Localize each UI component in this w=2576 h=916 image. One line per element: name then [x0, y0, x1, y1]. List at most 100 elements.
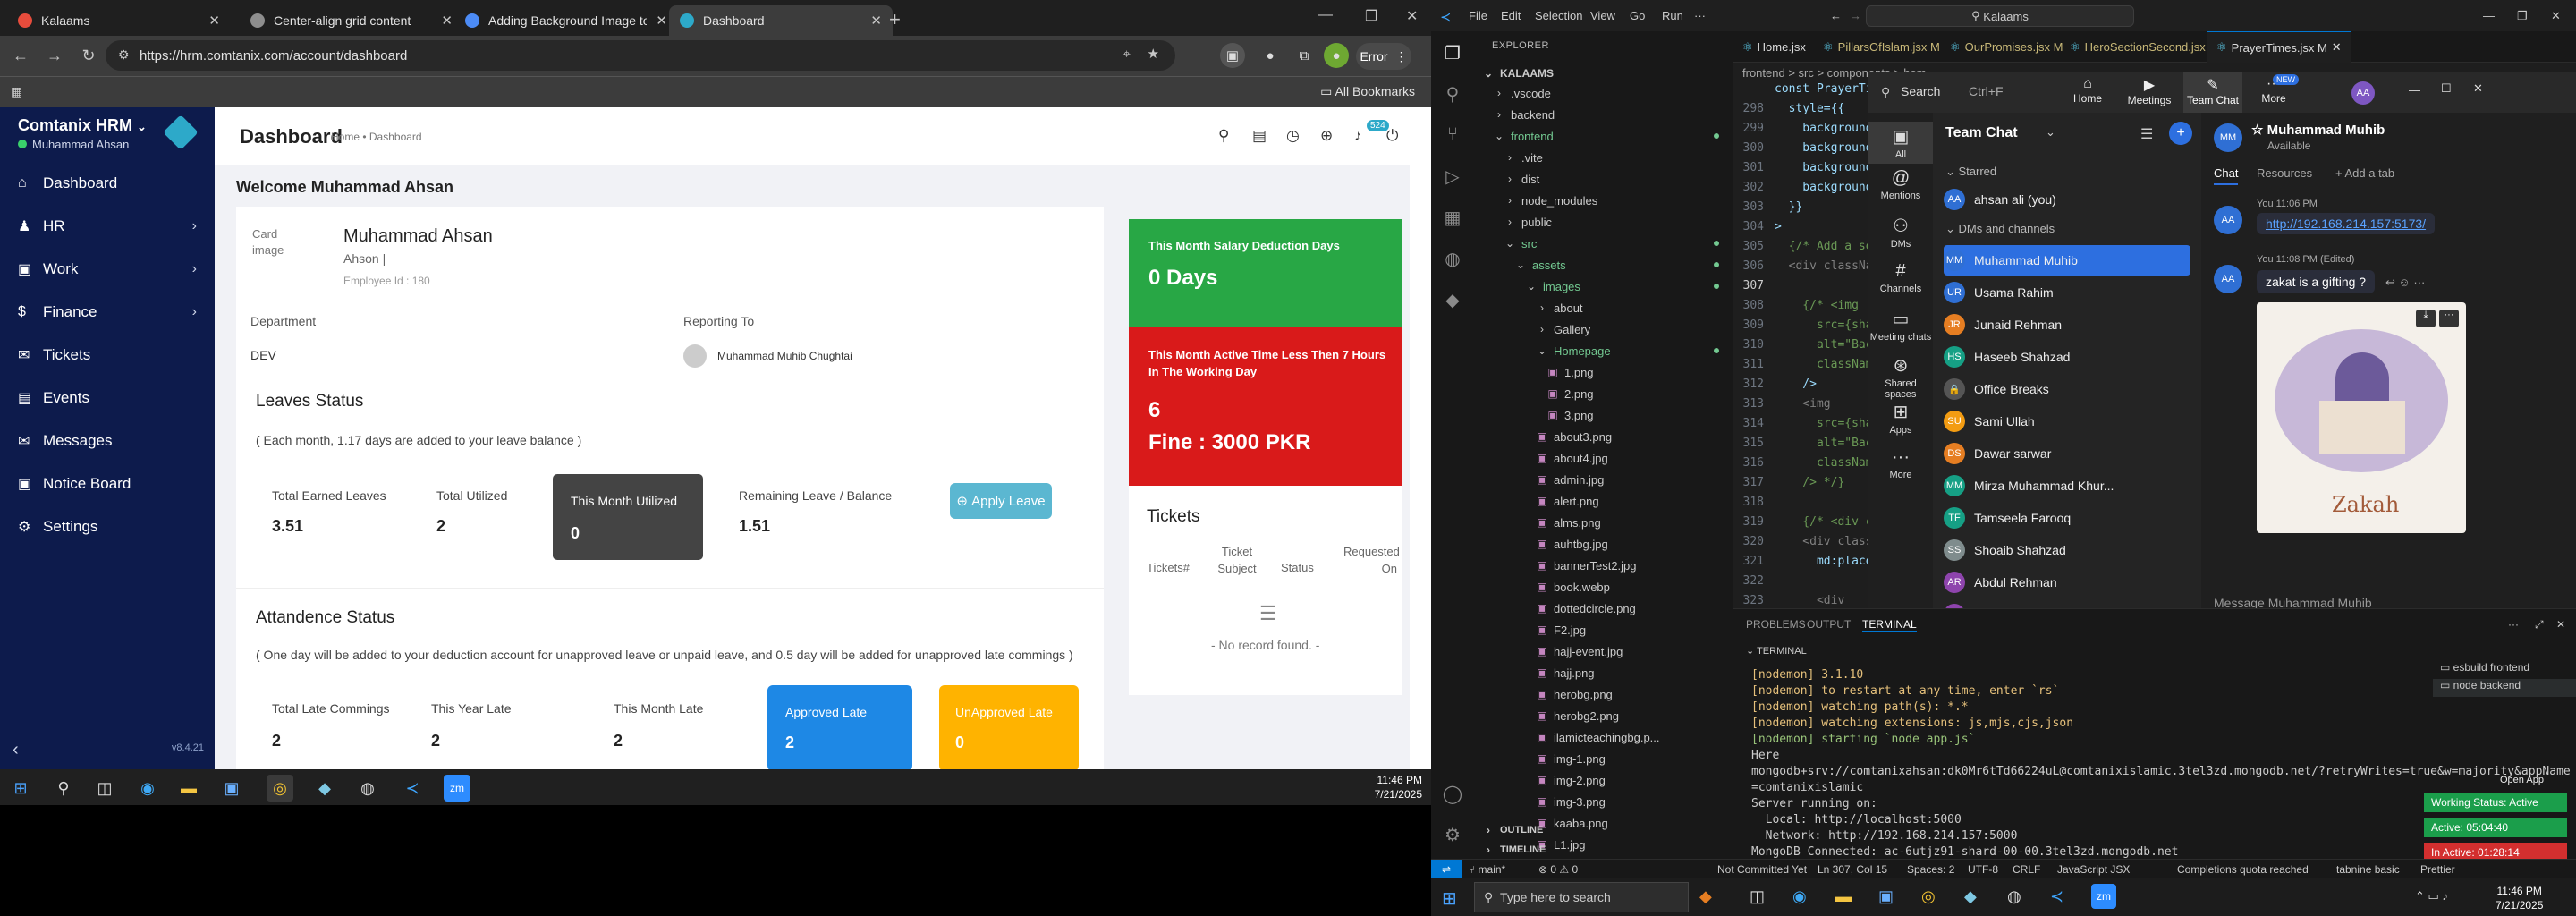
breadcrumb[interactable]: Home • Dashboard	[331, 131, 422, 143]
tree-item[interactable]: ⌄ assets	[1513, 255, 1728, 275]
copilot-status[interactable]: Completions quota reached	[2177, 863, 2309, 876]
tree-item[interactable]: ▣ herobg2.png	[1535, 706, 1728, 725]
chrome-icon[interactable]: ◎	[1921, 887, 1936, 906]
chat-tab[interactable]: Chat	[2214, 166, 2239, 185]
tree-item[interactable]: › Gallery	[1535, 319, 1728, 339]
tree-item[interactable]: › .vite	[1503, 148, 1728, 167]
tree-item[interactable]: ▣ admin.jpg	[1535, 470, 1728, 489]
close-window-icon[interactable]: ✕	[1406, 7, 1418, 25]
search-icon[interactable]: ⚲	[1218, 127, 1229, 145]
panel-tab-problems[interactable]: PROBLEMS	[1746, 618, 1806, 631]
explorer-icon[interactable]: ❐	[1442, 42, 1463, 64]
search-icon[interactable]: ⚲	[50, 775, 77, 802]
tree-item[interactable]: ▣ img-3.png	[1535, 792, 1728, 811]
outline-section[interactable]: › OUTLINE	[1481, 820, 1543, 840]
system-clock[interactable]: 11:46 PM 7/21/2025	[2496, 884, 2543, 912]
rail-item-shared-spaces[interactable]: ⊛ Shared spaces	[1868, 354, 1933, 400]
timeline-section[interactable]: › TIMELINE	[1481, 840, 1546, 860]
chat-list-item[interactable]: AA ahsan ali (you)	[1944, 184, 2190, 215]
account-icon[interactable]: ◯	[1442, 783, 1463, 804]
menu-edit[interactable]: Edit	[1501, 9, 1521, 22]
tree-item[interactable]: › node_modules	[1503, 191, 1728, 210]
tray-icons[interactable]: ⌃ ▭ ♪	[2415, 889, 2448, 903]
chat-list-item[interactable]: HS Haseeb Shahzad	[1944, 342, 2190, 372]
vscode-icon[interactable]: ≺	[2050, 887, 2063, 906]
problems-count[interactable]: ⊗ 0 ⚠ 0	[1538, 863, 1578, 876]
error-button[interactable]: Error ⋮	[1356, 43, 1411, 70]
tree-item[interactable]: › backend	[1492, 105, 1728, 124]
sidebar-item-hr[interactable]: ♟ HR ›	[18, 213, 206, 240]
apps-grid-icon[interactable]: ▦	[11, 84, 22, 99]
chat-list-item[interactable]: MM Muhammad Muhib	[1944, 245, 2190, 276]
panel-tab-terminal[interactable]: TERMINAL	[1862, 618, 1917, 632]
nav-meetings[interactable]: ▶ Meetings	[2121, 76, 2178, 106]
maximize-icon[interactable]: ❐	[1365, 7, 1377, 25]
run-debug-icon[interactable]: ▷	[1442, 165, 1463, 187]
sidebar-item-tickets[interactable]: ✉ Tickets	[18, 342, 206, 369]
tree-item[interactable]: ▣ img-1.png	[1535, 749, 1728, 768]
editor-tab[interactable]: ⚛ HeroSectionSecond.jsx M	[2061, 31, 2227, 63]
tree-root[interactable]: ⌄ KALAAMS	[1481, 64, 1554, 83]
chat-list-item[interactable]: UR Usama Rahim	[1944, 277, 2190, 308]
windows-start-icon[interactable]: ⊞	[1442, 887, 1457, 910]
maximize-icon[interactable]: ❐	[2517, 9, 2528, 23]
sidebar-item-dashboard[interactable]: ⌂ Dashboard	[18, 170, 206, 197]
new-chat-button[interactable]: +	[2169, 122, 2192, 145]
widgets-icon[interactable]: ◆	[1699, 887, 1712, 906]
settings-gear-icon[interactable]: ⚙	[1442, 824, 1463, 845]
sidebar-item-notice-board[interactable]: ▣ Notice Board	[18, 471, 206, 497]
chat-list-item[interactable]: TF Tamseela Farooq	[1944, 503, 2190, 533]
bell-icon[interactable]: ♪	[1354, 127, 1362, 145]
taskbar-search-box[interactable]: ⚲ Type here to search	[1474, 882, 1689, 912]
file-explorer-icon[interactable]: ▬	[1835, 887, 1852, 906]
chat-contact-name[interactable]: ☆ Muhammad Muhib	[2251, 122, 2385, 138]
rail-item-all[interactable]: ▣ All	[1868, 122, 1933, 164]
open-app-link[interactable]: Open App	[2500, 775, 2544, 785]
tabnine-status[interactable]: tabnine basic	[2336, 863, 2400, 876]
message-image[interactable]: Zakah ⤓ ···	[2257, 302, 2466, 533]
forward-icon[interactable]: →	[38, 47, 72, 65]
maximize-icon[interactable]: ☐	[2441, 81, 2452, 96]
close-icon[interactable]: ✕	[2473, 81, 2483, 96]
editor-tab[interactable]: ⚛ OurPromises.jsx M	[1941, 31, 2072, 63]
chat-list-item[interactable]: JR Junaid Rehman	[1944, 310, 2190, 340]
tree-item[interactable]: ▣ L1.jpg	[1535, 835, 1728, 854]
location-icon[interactable]: ⌖	[1123, 47, 1131, 62]
tabnine-icon[interactable]: ◆	[1442, 289, 1463, 310]
tree-item[interactable]: ⌄ frontend	[1492, 126, 1728, 146]
clock-icon[interactable]: ◷	[1286, 127, 1300, 145]
tree-item[interactable]: ▣ 2.png	[1546, 384, 1728, 403]
more-options-icon[interactable]: ···	[2439, 310, 2459, 327]
edge-icon[interactable]: ◉	[1792, 887, 1807, 906]
tree-item[interactable]: ▣ hajj-event.jpg	[1535, 641, 1728, 661]
menu-selection[interactable]: Selection	[1535, 9, 1582, 22]
message-text[interactable]: zakat is a gifting ?	[2257, 270, 2376, 293]
rail-item-meeting-chats[interactable]: ▭ Meeting chats	[1868, 308, 1933, 343]
profile-avatar[interactable]: ●	[1324, 43, 1349, 68]
team-search-input[interactable]: Search	[1901, 84, 1940, 98]
github-icon[interactable]: ◍	[354, 775, 381, 802]
nav-team-chat[interactable]: ✎ Team Chat	[2183, 72, 2242, 113]
search-icon[interactable]: ⚲	[1881, 85, 1890, 100]
site-info-icon[interactable]: ⚙	[118, 47, 130, 63]
tree-item[interactable]: ▣ img-2.png	[1535, 770, 1728, 790]
tree-item[interactable]: › public	[1503, 212, 1728, 232]
close-window-icon[interactable]: ✕	[2551, 9, 2561, 23]
vscode-icon[interactable]: ≺	[399, 775, 426, 802]
github-icon[interactable]: ◍	[2007, 887, 2021, 906]
rail-item-dms[interactable]: ⚇ DMs	[1868, 215, 1933, 250]
tree-item[interactable]: ▣ hajj.png	[1535, 663, 1728, 683]
dms-section[interactable]: ⌄ DMs and channels	[1945, 222, 2055, 236]
nav-home[interactable]: ⌂ Home	[2065, 76, 2110, 105]
close-icon[interactable]: ✕	[441, 13, 453, 29]
chat-list-item[interactable]: DS Dawar sarwar	[1944, 438, 2190, 469]
editor-tab-active[interactable]: ⚛ PrayerTimes.jsx M ✕	[2207, 31, 2351, 63]
chat-list-item[interactable]: SS Shoaib Shahzad	[1944, 535, 2190, 565]
close-icon[interactable]: ✕	[208, 13, 220, 29]
rail-item-mentions[interactable]: @ Mentions	[1868, 168, 1933, 201]
git-blame[interactable]: Not Committed Yet	[1717, 863, 1807, 876]
menu-view[interactable]: View	[1590, 9, 1615, 22]
more-menu-icon[interactable]: ···	[1694, 9, 1706, 22]
bookmark-star-icon[interactable]: ★	[1148, 46, 1159, 62]
rail-item-more[interactable]: ··· More	[1868, 447, 1933, 480]
